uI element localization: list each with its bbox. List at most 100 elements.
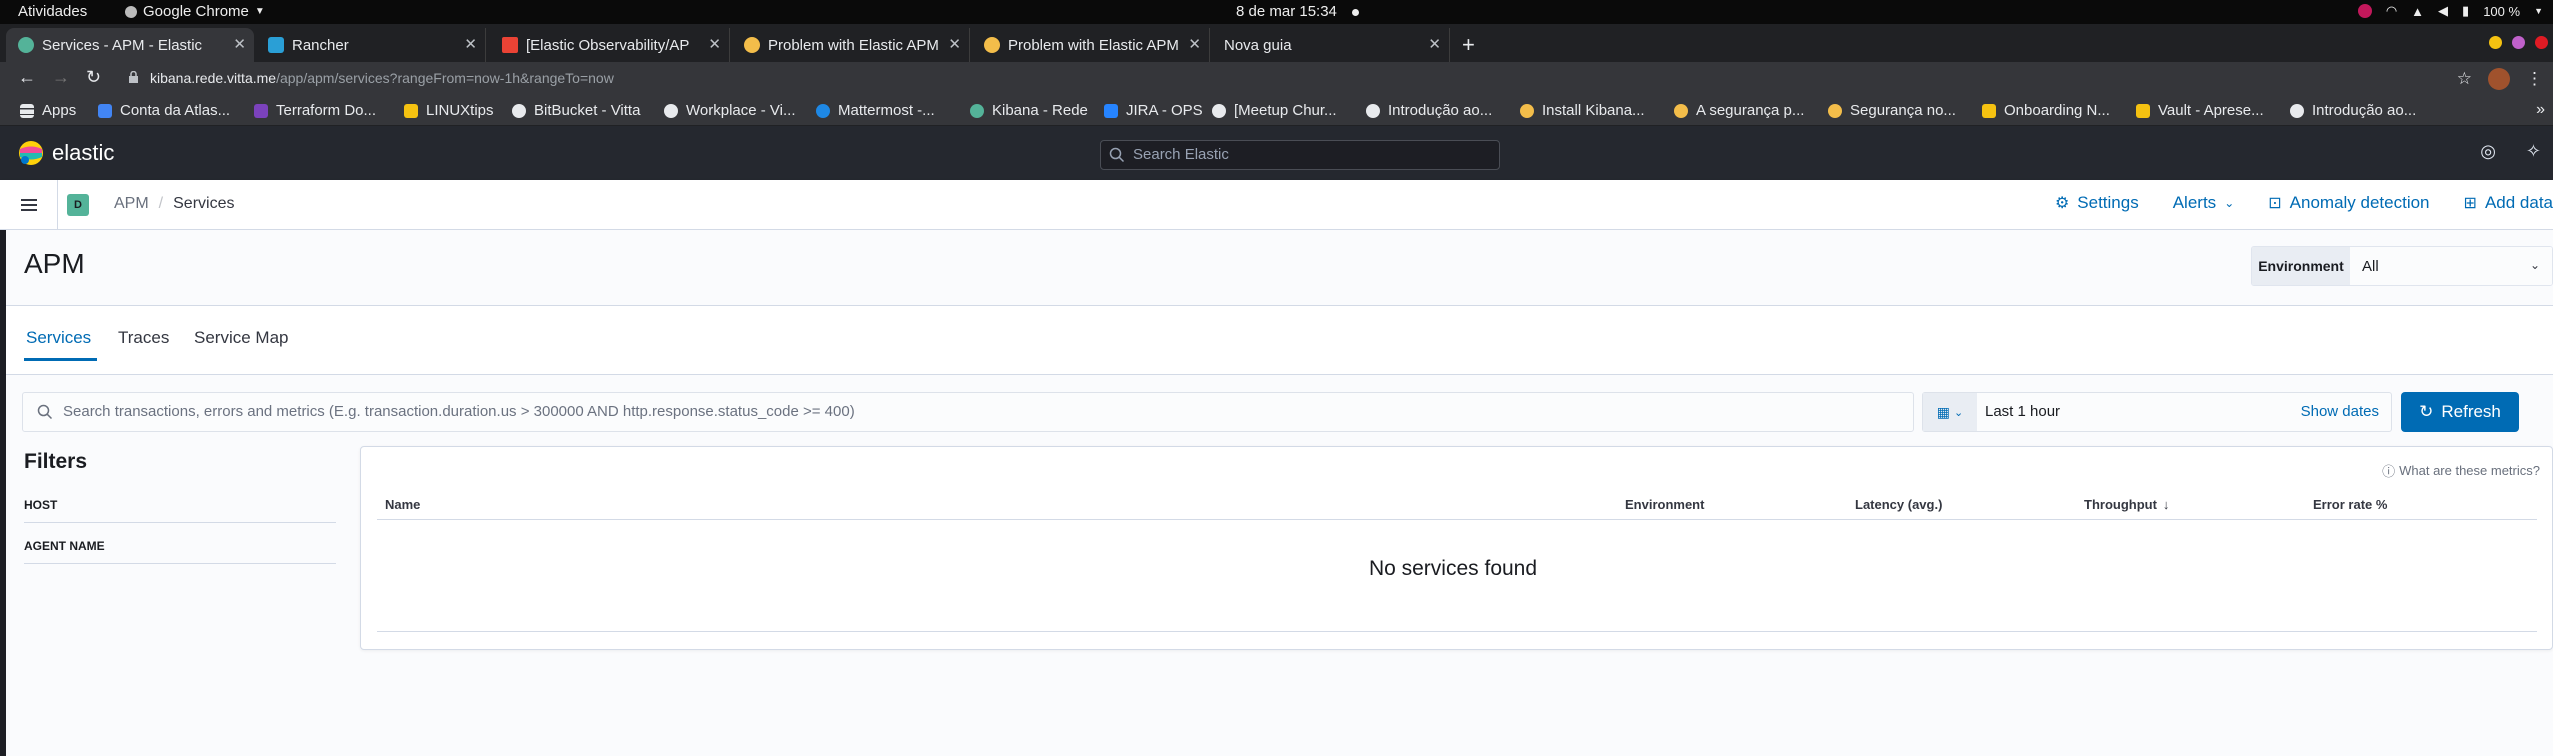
slides-icon	[2136, 103, 2150, 118]
browser-tab-rancher[interactable]: Rancher ✕	[256, 28, 486, 62]
global-search-input[interactable]: Search Elastic	[1100, 140, 1500, 170]
battery-icon: ▮	[2462, 3, 2470, 18]
bookmarks-bar: Apps Conta da Atlas... Terraform Do... L…	[0, 96, 2553, 126]
clock[interactable]: 8 de mar 15:34	[1236, 3, 1337, 20]
app-menu[interactable]: Google Chrome ▼	[125, 3, 265, 20]
url-field[interactable]: kibana.rede.vitta.me/app/apm/services?ra…	[150, 70, 614, 86]
lock-icon[interactable]	[128, 71, 139, 84]
minimize-window-icon[interactable]	[2489, 36, 2502, 49]
calendar-icon: ▦	[1936, 403, 1950, 420]
kebab-menu-icon[interactable]: ⋮	[2526, 69, 2543, 89]
space-selector[interactable]: D	[67, 194, 89, 216]
bookmark-apps[interactable]: Apps	[20, 102, 76, 119]
browser-tab-discuss-1[interactable]: Problem with Elastic APM ✕	[732, 28, 970, 62]
bookmark-item[interactable]: Mattermost -...	[816, 102, 935, 119]
breadcrumb-apm[interactable]: APM	[114, 195, 149, 213]
bookmark-item[interactable]: Segurança no...	[1828, 102, 1956, 119]
date-range-value[interactable]: Last 1 hour	[1985, 403, 2060, 420]
bookmark-item[interactable]: Terraform Do...	[254, 102, 376, 119]
jira-icon	[1104, 103, 1118, 118]
quick-select-button[interactable]: ▦ ⌄	[1923, 393, 1977, 431]
close-icon[interactable]: ✕	[1188, 35, 1201, 53]
close-icon[interactable]: ✕	[948, 35, 961, 53]
bookmark-item[interactable]: Workplace - Vi...	[664, 102, 795, 119]
back-arrow-icon[interactable]: ←	[18, 67, 36, 88]
tab-label: Problem with Elastic APM	[768, 36, 939, 54]
bookmark-item[interactable]: A segurança p...	[1674, 102, 1804, 119]
bookmark-item[interactable]: Install Kibana...	[1520, 102, 1645, 119]
environment-value[interactable]: All ⌄	[2350, 247, 2552, 285]
help-icon[interactable]: ◎	[2480, 141, 2496, 162]
column-header-error-rate[interactable]: Error rate %	[2313, 497, 2387, 512]
close-window-icon[interactable]	[2535, 36, 2548, 49]
apps-grid-icon	[20, 103, 34, 118]
reload-icon[interactable]: ↻	[86, 67, 101, 88]
tab-service-map[interactable]: Service Map	[194, 328, 288, 348]
anomaly-detection-link[interactable]: ⊡ Anomaly detection	[2268, 193, 2429, 213]
column-header-name[interactable]: Name	[385, 497, 420, 512]
column-header-environment[interactable]: Environment	[1625, 497, 1704, 512]
more-bookmarks-icon[interactable]: »	[2536, 101, 2545, 119]
browser-tab-gmail[interactable]: [Elastic Observability/AP ✕	[490, 28, 730, 62]
browser-tab-discuss-2[interactable]: Problem with Elastic APM ✕	[972, 28, 1210, 62]
bookmark-item[interactable]: Vault - Aprese...	[2136, 102, 2264, 119]
filter-agent-name[interactable]: AGENT NAME	[24, 539, 336, 564]
menu-toggle-button[interactable]	[0, 180, 58, 230]
query-search-input[interactable]: Search transactions, errors and metrics …	[22, 392, 1914, 432]
column-header-throughput[interactable]: Throughput ↓	[2084, 497, 2169, 512]
bookmark-star-icon[interactable]: ☆	[2457, 69, 2472, 89]
meetup-icon	[1212, 103, 1226, 118]
filters-title: Filters	[24, 450, 88, 473]
caret-down-icon: ▼	[254, 6, 265, 17]
new-tab-button[interactable]: +	[1462, 32, 1475, 58]
elastic-logo-icon	[19, 141, 43, 165]
globe-icon	[2290, 103, 2304, 118]
bookmark-label: Workplace - Vi...	[686, 102, 796, 119]
bookmark-label: A segurança p...	[1696, 102, 1805, 119]
forward-arrow-icon[interactable]: →	[52, 67, 70, 88]
bookmark-item[interactable]: Introdução ao...	[1366, 102, 1492, 119]
activities-button[interactable]: Atividades	[18, 3, 87, 20]
refresh-button[interactable]: ↻ Refresh	[2401, 392, 2519, 432]
bookmark-item[interactable]: LINUXtips	[404, 102, 494, 119]
add-data-link[interactable]: ⊞ Add data	[2464, 193, 2553, 213]
filter-host[interactable]: HOST	[24, 498, 336, 523]
metrics-help-label: What are these metrics?	[2399, 463, 2540, 478]
elastic-logo[interactable]: elastic	[18, 140, 114, 166]
column-header-latency[interactable]: Latency (avg.)	[1855, 497, 1942, 512]
anomaly-label: Anomaly detection	[2289, 193, 2430, 212]
profile-avatar[interactable]	[2488, 68, 2510, 90]
tab-traces[interactable]: Traces	[118, 328, 169, 348]
bookmark-item[interactable]: JIRA - OPS	[1104, 102, 1203, 119]
system-top-bar: Atividades Google Chrome ▼ 8 de mar 15:3…	[0, 0, 2553, 24]
add-data-label: Add data	[2484, 193, 2553, 212]
close-icon[interactable]: ✕	[1428, 35, 1441, 53]
bookmark-item[interactable]: Onboarding N...	[1982, 102, 2110, 119]
bookmark-item[interactable]: BitBucket - Vitta	[512, 102, 640, 119]
app-indicator-icon[interactable]	[2357, 4, 2372, 18]
alerts-menu-button[interactable]: Alerts ⌄	[2173, 193, 2235, 213]
services-table-panel: ⓘ What are these metrics? Name Environme…	[360, 446, 2553, 650]
show-dates-link[interactable]: Show dates	[2301, 403, 2379, 420]
close-icon[interactable]: ✕	[708, 35, 721, 53]
question-circle-icon: ⓘ	[2382, 464, 2396, 479]
settings-link[interactable]: ⚙ Settings	[2055, 193, 2139, 213]
bookmark-label: Introdução ao...	[1388, 102, 1493, 119]
browser-tab-apm[interactable]: Services - APM - Elastic ✕	[6, 28, 254, 62]
globe-icon	[1366, 103, 1380, 118]
metrics-help-link[interactable]: ⓘ What are these metrics?	[2382, 461, 2540, 480]
elastic-icon	[1674, 103, 1688, 118]
bookmark-item[interactable]: Conta da Atlas...	[98, 102, 230, 119]
maximize-window-icon[interactable]	[2512, 36, 2525, 49]
bookmark-item[interactable]: [Meetup Chur...	[1212, 102, 1337, 119]
close-icon[interactable]: ✕	[233, 35, 246, 53]
news-feed-icon[interactable]: ✧	[2526, 141, 2541, 162]
bookmark-item[interactable]: Introdução ao...	[2290, 102, 2416, 119]
bookmark-item[interactable]: Kibana - Rede	[970, 102, 1088, 119]
system-tray[interactable]: ◠ ▲ ◀ ▮ 100 % ▼	[2357, 3, 2543, 19]
browser-tab-new[interactable]: Nova guia ✕	[1212, 28, 1450, 62]
kibana-icon	[970, 103, 984, 118]
close-icon[interactable]: ✕	[464, 35, 477, 53]
tab-services[interactable]: Services	[26, 328, 91, 348]
environment-select[interactable]: Environment All ⌄	[2251, 246, 2553, 286]
